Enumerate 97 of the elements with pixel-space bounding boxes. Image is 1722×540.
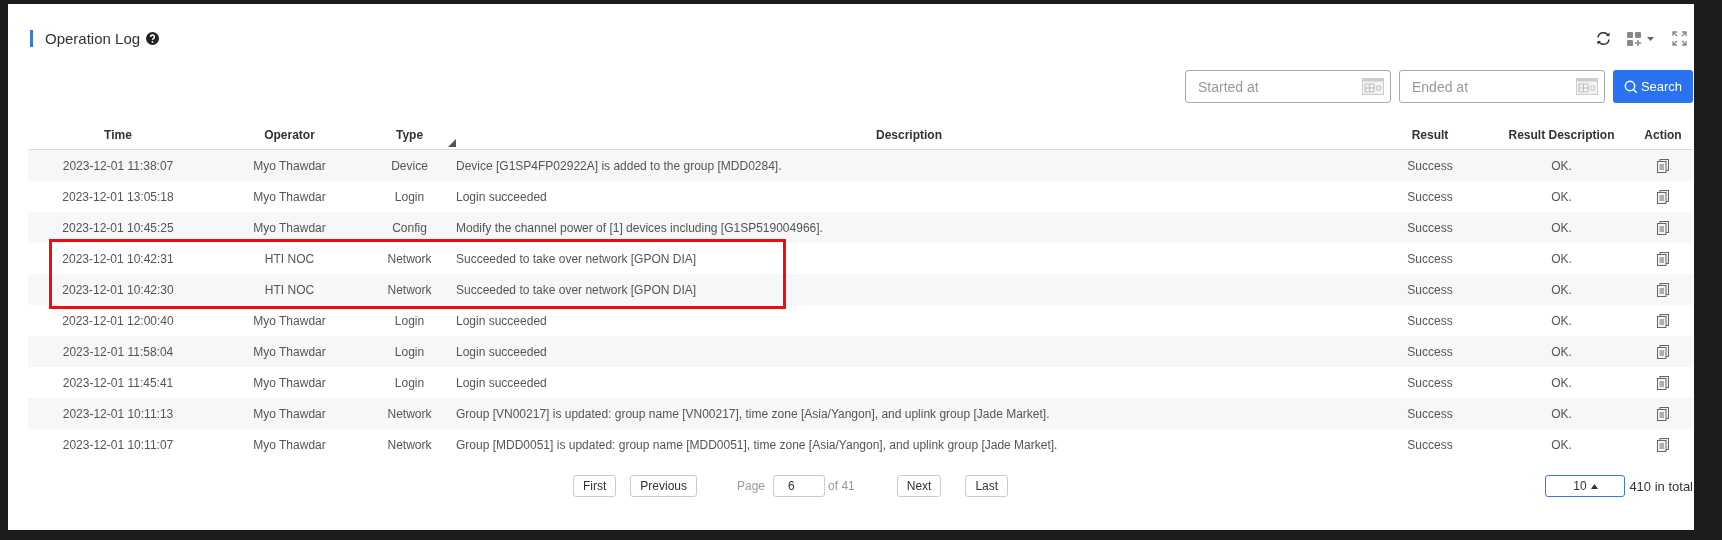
table-cell: Myo Thawdar [208, 398, 371, 429]
table-cell: Device [371, 149, 448, 181]
table-cell: Login succeeded [448, 367, 1370, 398]
table-cell: 2023-12-01 10:11:07 [28, 429, 208, 460]
column-header: Action [1644, 127, 1682, 142]
search-icon [1623, 79, 1638, 94]
details-icon[interactable] [1657, 189, 1669, 204]
details-icon[interactable] [1657, 251, 1669, 266]
table-cell: Success [1370, 398, 1490, 429]
title-accent-bar [30, 29, 33, 47]
column-header: Result [1411, 127, 1449, 142]
column-header: Type [395, 127, 424, 142]
table-cell: Group [VN00217] is updated: group name [VN00217], time zone [Asia/Yangon], and uplink group [Jade Market]. [448, 398, 1370, 429]
refresh-icon[interactable] [1595, 30, 1612, 46]
table-cell: OK. [1490, 149, 1633, 181]
table-cell: 2023-12-01 11:38:07 [28, 149, 208, 181]
table-cell: 2023-12-01 10:11:13 [28, 398, 208, 429]
page-size-select[interactable]: 10 [1545, 475, 1626, 497]
table-cell: Login succeeded [448, 181, 1370, 212]
table-cell: Myo Thawdar [208, 305, 371, 336]
details-icon[interactable] [1657, 344, 1669, 359]
date-field[interactable]: Started at [1185, 70, 1391, 103]
table-cell: Login [371, 336, 448, 367]
fullscreen-icon[interactable] [1672, 30, 1687, 46]
table-cell: Group [MDD0051] is updated: group name [MDD0051], time zone [Asia/Yangon], and uplink group [Jade Market]. [448, 429, 1370, 460]
table-cell: OK. [1490, 212, 1633, 243]
table-cell: Network [371, 398, 448, 429]
date-field[interactable]: Ended at [1399, 70, 1605, 103]
details-icon[interactable] [1657, 313, 1669, 328]
table-cell: Login [371, 181, 448, 212]
table-cell: Success [1370, 149, 1490, 181]
search-button[interactable]: Search [1613, 70, 1693, 103]
table-cell: OK. [1490, 181, 1633, 212]
table-cell: HTI NOC [208, 274, 371, 305]
panel-title: Operation Log [45, 29, 141, 47]
table-cell: 2023-12-01 10:45:25 [28, 212, 208, 243]
table-cell: Myo Thawdar [208, 429, 371, 460]
details-icon[interactable] [1657, 375, 1669, 390]
previous-page-button[interactable]: Previous [630, 475, 697, 497]
table-cell: Success [1370, 274, 1490, 305]
table-cell: OK. [1490, 429, 1633, 460]
table-cell: OK. [1490, 305, 1633, 336]
page-count: of 41 [828, 479, 855, 493]
table-cell: Modify the channel power of [1] devices including [G1SP519004966]. [448, 212, 1370, 243]
details-icon[interactable] [1657, 437, 1669, 452]
table-cell: Success [1370, 212, 1490, 243]
table-cell: Success [1370, 367, 1490, 398]
column-header: Description [876, 127, 942, 142]
table-cell: Myo Thawdar [208, 367, 371, 398]
table-cell: Login [371, 367, 448, 398]
next-page-button[interactable]: Next [896, 475, 942, 497]
table-cell: Myo Thawdar [208, 212, 371, 243]
total-count: 410 in total [1629, 478, 1693, 494]
table-cell: OK. [1490, 367, 1633, 398]
table-cell: Login succeeded [448, 336, 1370, 367]
table-cell: OK. [1490, 243, 1633, 274]
details-icon[interactable] [1657, 282, 1669, 297]
table-cell: Device [G1SP4FP02922A] is added to the group [MDD0284]. [448, 149, 1370, 181]
table-cell: Succeeded to take over network [GPON DIA] [448, 243, 1370, 274]
table-cell: Login [371, 305, 448, 336]
caret-icon [1590, 483, 1598, 489]
table-cell: Network [371, 429, 448, 460]
table-cell: Success [1370, 181, 1490, 212]
help-icon[interactable] [146, 31, 160, 45]
table-cell: Success [1370, 305, 1490, 336]
page-label: Page [737, 479, 766, 493]
table-cell: 2023-12-01 11:45:41 [28, 367, 208, 398]
table-cell: 2023-12-01 10:42:31 [28, 243, 208, 274]
details-icon[interactable] [1657, 406, 1669, 421]
table-cell: Login succeeded [448, 305, 1370, 336]
table-cell: OK. [1490, 398, 1633, 429]
table-cell: Success [1370, 429, 1490, 460]
column-header: Result Description [1508, 127, 1615, 142]
first-page-button[interactable]: First [573, 475, 617, 497]
table-cell: Myo Thawdar [208, 149, 371, 181]
table-cell: HTI NOC [208, 243, 371, 274]
sort-icon[interactable] [448, 139, 456, 147]
last-page-button[interactable]: Last [965, 475, 1009, 497]
table-cell: 2023-12-01 11:58:04 [28, 336, 208, 367]
table-cell: 2023-12-01 12:00:40 [28, 305, 208, 336]
table-cell: 2023-12-01 13:05:18 [28, 181, 208, 212]
table-cell: OK. [1490, 336, 1633, 367]
table-cell: Network [371, 274, 448, 305]
table-cell: Myo Thawdar [208, 336, 371, 367]
table-cell: OK. [1490, 274, 1633, 305]
column-header: Time [104, 127, 132, 142]
table-cell: Config [371, 212, 448, 243]
table-cell: Success [1370, 243, 1490, 274]
table-cell: Succeeded to take over network [GPON DIA] [448, 274, 1370, 305]
table-cell: Network [371, 243, 448, 274]
table-cell: Myo Thawdar [208, 181, 371, 212]
table-cell: Success [1370, 336, 1490, 367]
table-cell: 2023-12-01 10:42:30 [28, 274, 208, 305]
details-icon[interactable] [1657, 158, 1669, 173]
page-number-field[interactable]: 6 [773, 475, 826, 497]
column-header: Operator [264, 127, 315, 142]
details-icon[interactable] [1657, 220, 1669, 235]
